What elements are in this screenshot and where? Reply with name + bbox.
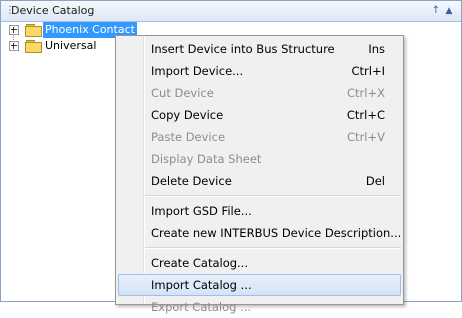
menu-item-export-catalog[interactable]: Export Catalog ...: [118, 296, 401, 318]
menu-item-label: Cut Device: [151, 86, 214, 100]
menu-item-label: Import Catalog ...: [151, 278, 252, 292]
menu-item-label: Display Data Sheet: [151, 152, 262, 166]
context-menu: Insert Device into Bus Structure Ins Imp…: [115, 35, 404, 314]
menu-item-create-interbus-description[interactable]: Create new INTERBUS Device Description..…: [118, 222, 401, 244]
menu-item-create-catalog[interactable]: Create Catalog...: [118, 252, 401, 274]
menu-separator: [145, 195, 401, 197]
menu-item-label: Import GSD File...: [151, 204, 252, 218]
menu-item-display-data-sheet[interactable]: Display Data Sheet: [118, 148, 401, 170]
menu-item-label: Export Catalog ...: [151, 300, 252, 314]
folder-icon: [25, 40, 42, 53]
menu-item-shortcut: Ctrl+I: [351, 64, 386, 78]
expand-icon[interactable]: [9, 25, 19, 35]
menu-item-label: Create new INTERBUS Device Description..…: [151, 226, 402, 240]
pin-icon[interactable]: ↑: [431, 1, 441, 21]
tree-node-universal[interactable]: Universal: [9, 38, 109, 54]
menu-item-label: Paste Device: [151, 130, 226, 144]
menu-separator: [145, 247, 401, 249]
menu-item-shortcut: Del: [365, 174, 385, 188]
menu-item-shortcut: Ins: [368, 42, 385, 56]
menu-item-import-gsd-file[interactable]: Import GSD File...: [118, 200, 401, 222]
menu-item-shortcut: Ctrl+V: [347, 130, 385, 144]
menu-item-label: Insert Device into Bus Structure: [151, 42, 335, 56]
panel-menu-arrow-icon[interactable]: ▲: [444, 1, 454, 21]
menu-item-copy-device[interactable]: Copy Device Ctrl+C: [118, 104, 401, 126]
menu-item-insert-device[interactable]: Insert Device into Bus Structure Ins: [118, 38, 401, 60]
menu-item-import-catalog[interactable]: Import Catalog ...: [118, 274, 401, 296]
menu-item-delete-device[interactable]: Delete Device Del: [118, 170, 401, 192]
panel-title-bar: ⋮ Device Catalog ↑ ▲: [1, 1, 461, 22]
folder-icon: [25, 24, 42, 37]
tree-node-label[interactable]: Universal: [43, 38, 98, 54]
menu-item-label: Copy Device: [151, 108, 224, 122]
panel-title: Device Catalog: [11, 4, 95, 17]
menu-item-label: Import Device...: [151, 64, 244, 78]
menu-item-cut-device[interactable]: Cut Device Ctrl+X: [118, 82, 401, 104]
menu-item-shortcut: Ctrl+X: [347, 86, 385, 100]
menu-item-shortcut: Ctrl+C: [346, 108, 385, 122]
expand-icon[interactable]: [9, 41, 19, 51]
menu-item-import-device[interactable]: Import Device... Ctrl+I: [118, 60, 401, 82]
menu-item-label: Delete Device: [151, 174, 232, 188]
menu-item-label: Create Catalog...: [151, 256, 248, 270]
menu-item-paste-device[interactable]: Paste Device Ctrl+V: [118, 126, 401, 148]
